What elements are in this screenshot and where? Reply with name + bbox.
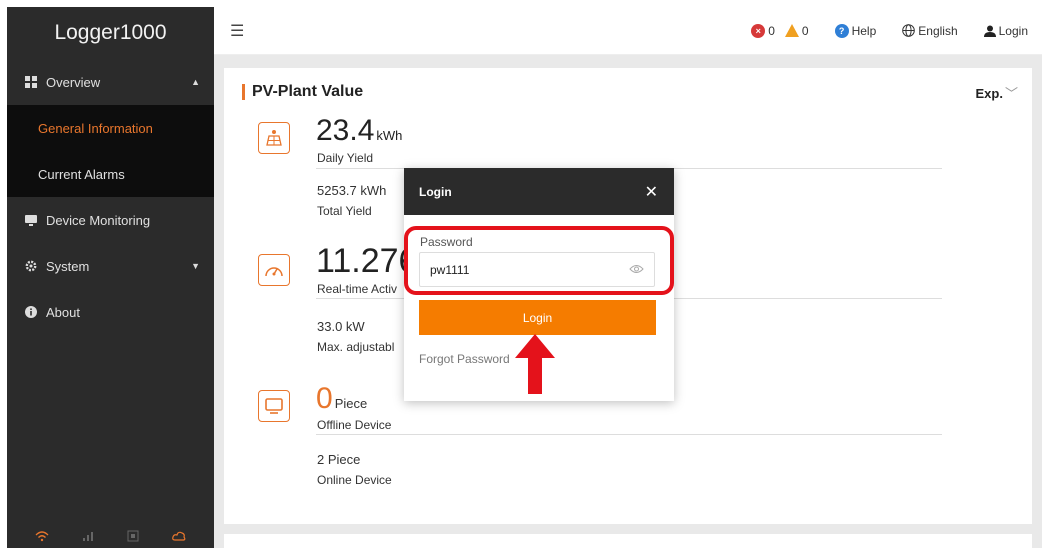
max-adjustable-value: 33.0 kW [317, 319, 365, 334]
status-footer [7, 526, 214, 548]
max-adjustable-label: Max. adjustabl [317, 340, 395, 354]
warning-count: 0 [801, 23, 809, 38]
error-icon: × [751, 23, 766, 38]
info-icon [25, 306, 39, 318]
login-link[interactable]: Login [983, 23, 1028, 38]
sidebar-item-label: Current Alarms [38, 166, 125, 182]
sidebar-submenu: General Information Current Alarms [7, 105, 214, 197]
help-icon: ? [834, 23, 849, 38]
realtime-power-label: Real-time Activ [317, 282, 398, 296]
daily-yield-value: 23.4 kWh [316, 114, 403, 147]
menu-toggle-icon[interactable]: ☰ [230, 21, 244, 41]
wifi-icon [35, 530, 49, 545]
solar-panel-icon [258, 122, 290, 154]
monitor-icon [25, 214, 39, 226]
sidebar-item-current-alarms[interactable]: Current Alarms [7, 151, 214, 197]
language-selector[interactable]: English [902, 23, 958, 38]
gear-icon [25, 260, 39, 272]
signal-icon [82, 530, 94, 545]
sidebar-item-about[interactable]: About [7, 289, 214, 335]
caret-up-icon: ▲ [191, 77, 200, 87]
language-label: English [918, 23, 958, 38]
help-link[interactable]: ? Help [834, 23, 877, 38]
user-icon [983, 25, 996, 37]
caret-down-icon: ▼ [191, 261, 200, 271]
export-label: Exp. [975, 86, 1003, 101]
sidebar-item-label: Overview [46, 74, 101, 90]
sidebar-item-label: About [46, 304, 80, 320]
forgot-password-link[interactable]: Forgot Password [419, 352, 510, 366]
card-title: PV-Plant Value [242, 84, 363, 100]
sidebar-item-label: Device Monitoring [46, 212, 151, 228]
sidebar-item-general-information[interactable]: General Information [7, 105, 214, 151]
globe-icon [902, 24, 916, 37]
offline-device-label: Offline Device [317, 418, 392, 432]
warning-icon [784, 24, 799, 37]
sidebar-item-system[interactable]: System ▼ [7, 243, 214, 289]
close-icon[interactable]: ✕ [645, 182, 658, 202]
error-count: 0 [768, 23, 775, 38]
sidebar: Logger1000 Overview ▲ General Informatio… [7, 7, 214, 548]
sidebar-item-device-monitoring[interactable]: Device Monitoring [7, 197, 214, 243]
login-label: Login [998, 23, 1028, 38]
divider [316, 434, 942, 435]
brand-logo: Logger1000 [7, 7, 214, 59]
help-label: Help [851, 23, 877, 38]
sidebar-item-overview[interactable]: Overview ▲ [7, 59, 214, 105]
annotation-highlight-box [404, 226, 674, 295]
offline-device-value: 0 Piece [316, 382, 368, 415]
network-icon [127, 530, 139, 545]
gauge-icon [258, 254, 290, 286]
sidebar-item-label: System [46, 258, 90, 274]
export-dropdown[interactable]: Exp. ﹀ [976, 83, 1018, 102]
dialog-title: Login [419, 184, 452, 199]
online-device-value: 2 Piece [317, 452, 361, 467]
login-button[interactable]: Login [419, 300, 656, 335]
sidebar-item-label: General Information [38, 120, 153, 136]
total-yield-value: 5253.7 kWh [317, 183, 387, 198]
grid-icon [25, 76, 39, 88]
error-indicator[interactable]: × 0 0 [751, 23, 809, 38]
total-yield-label: Total Yield [317, 204, 372, 218]
daily-yield-label: Daily Yield [317, 151, 374, 165]
dialog-header: Login ✕ [404, 168, 674, 215]
monitor-icon [258, 390, 290, 422]
online-device-label: Online Device [317, 473, 392, 487]
annotation-arrow-icon [515, 334, 555, 394]
top-bar: ☰ × 0 0 ? Help English Login [214, 7, 1042, 55]
next-card-edge [224, 534, 1032, 548]
realtime-power-value: 11.276 [316, 242, 418, 280]
chevron-down-icon: ﹀ [1004, 86, 1018, 101]
cloud-icon [171, 530, 186, 544]
